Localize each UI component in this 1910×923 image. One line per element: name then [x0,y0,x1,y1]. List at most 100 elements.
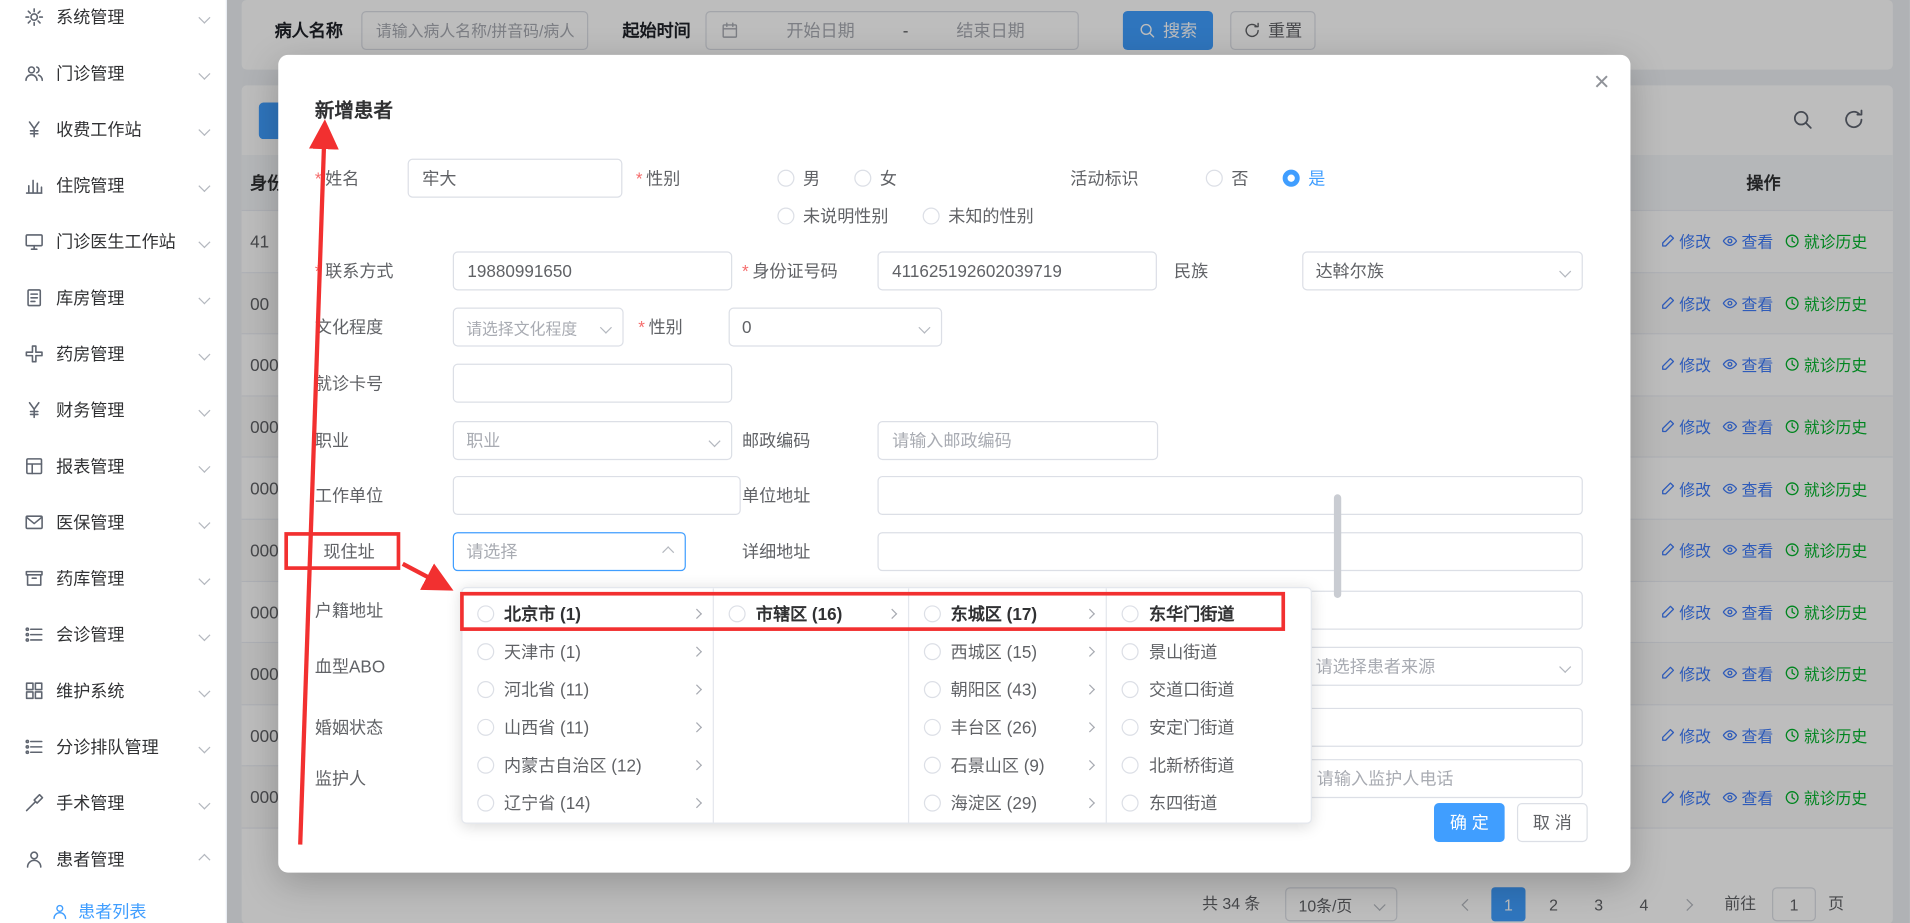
guardian-phone-input[interactable] [1302,759,1583,798]
radio-icon[interactable] [729,605,746,622]
cascader-option[interactable]: 朝阳区 (43) [909,670,1106,708]
cascader-option[interactable]: 丰台区 (26) [909,708,1106,746]
sidebar-item-charging-station[interactable]: 收费工作站 [0,101,226,157]
chevron-down-icon [1559,265,1571,277]
cascader-column-2: 市辖区 (16) [714,588,909,822]
contact-input[interactable] [453,251,732,290]
ethnicity-select[interactable]: 达斡尔族 [1302,251,1583,290]
education-select[interactable]: 请选择文化程度 [453,308,624,347]
chevron-down-icon [198,292,210,304]
unit-address-input[interactable] [877,476,1582,515]
sidebar-item-pharmacy[interactable]: 药房管理 [0,326,226,382]
sidebar-item-finance[interactable]: 财务管理 [0,382,226,438]
name-input[interactable] [408,159,623,198]
detail-address-input[interactable] [877,532,1582,571]
work-unit-input[interactable] [453,476,741,515]
radio-icon[interactable] [924,794,941,811]
cascader-option[interactable]: 天津市 (1) [463,632,714,670]
cascader-option[interactable]: 辽宁省 (14) [463,783,714,821]
radio-icon[interactable] [477,680,494,697]
radio-male[interactable]: 男 [777,166,820,190]
chevron-down-icon [198,629,210,641]
sidebar-item-consultation[interactable]: 会诊管理 [0,607,226,663]
sidebar-item-inpatient[interactable]: 住院管理 [0,157,226,213]
sidebar-item-triage-queue[interactable]: 分诊排队管理 [0,719,226,775]
gender-code-select[interactable]: 0 [729,308,943,347]
radio-gender-unknown[interactable]: 未知的性别 [923,204,1034,228]
sidebar-item-surgery[interactable]: 手术管理 [0,775,226,831]
radio-icon[interactable] [477,605,494,622]
radio-icon[interactable] [477,718,494,735]
cascader-option-label: 市辖区 (16) [756,601,879,625]
radio-icon[interactable] [924,605,941,622]
occupation-select[interactable]: 职业 [453,421,732,460]
cascader-option[interactable]: 石景山区 (9) [909,746,1106,784]
required-star: * [638,317,645,337]
sidebar-item-warehouse[interactable]: 库房管理 [0,270,226,326]
radio-icon[interactable] [1122,718,1139,735]
cascader-option-label: 北京市 (1) [504,601,684,625]
close-icon[interactable]: × [1594,68,1610,95]
sidebar-item-reports[interactable]: 报表管理 [0,438,226,494]
chevron-right-icon [692,608,702,618]
cascader-option[interactable]: 海淀区 (29) [909,783,1106,821]
cascader-option[interactable]: 东城区 (17) [909,594,1106,632]
sidebar-subitem-patient-list[interactable]: 患者列表 [0,887,226,923]
chevron-right-icon [1085,722,1095,732]
postal-code-input[interactable] [877,421,1158,460]
cascader-option[interactable]: 交道口街道 [1107,670,1310,708]
cascader-option[interactable]: 北京市 (1) [463,594,714,632]
current-address-select[interactable]: 请选择 [453,532,686,571]
sidebar-item-label: 收费工作站 [56,117,188,141]
radio-no[interactable]: 否 [1206,166,1249,190]
marital-status-label: 婚姻状态 [315,708,383,747]
sidebar-item-drug-storage[interactable]: 药库管理 [0,550,226,606]
sidebar-item-maintenance[interactable]: 维护系统 [0,663,226,719]
card-no-input[interactable] [453,364,732,403]
cascader-option[interactable]: 河北省 (11) [463,670,714,708]
id-number-input[interactable] [877,251,1156,290]
radio-female[interactable]: 女 [854,166,897,190]
radio-icon[interactable] [924,718,941,735]
sidebar-item-system[interactable]: 系统管理 [0,0,226,45]
radio-gender-unstated[interactable]: 未说明性别 [777,204,888,228]
radio-icon[interactable] [924,680,941,697]
patient-source-select[interactable]: 请选择患者来源 [1302,647,1583,686]
cascader-option[interactable]: 安定门街道 [1107,708,1310,746]
radio-yes[interactable]: 是 [1283,166,1326,190]
radio-icon[interactable] [1122,756,1139,773]
radio-icon[interactable] [477,794,494,811]
cascader-column-4: 东华门街道景山街道交道口街道安定门街道北新桥街道东四街道 [1107,588,1310,822]
chevron-down-icon [198,236,210,248]
cascader-option[interactable]: 东华门街道 [1107,594,1310,632]
chevron-down-icon [198,11,210,23]
radio-icon[interactable] [477,756,494,773]
cascader-option[interactable]: 西城区 (15) [909,632,1106,670]
radio-icon[interactable] [1122,605,1139,622]
cascader-option[interactable]: 市辖区 (16) [714,594,907,632]
radio-icon[interactable] [924,643,941,660]
sidebar-item-label: 维护系统 [56,679,188,703]
radio-icon[interactable] [1122,680,1139,697]
sidebar-item-outpatient[interactable]: 门诊管理 [0,45,226,101]
sidebar: 系统管理门诊管理收费工作站住院管理门诊医生工作站库房管理药房管理财务管理报表管理… [0,0,227,923]
sidebar-item-insurance[interactable]: 医保管理 [0,494,226,550]
chevron-right-icon [887,608,897,618]
radio-icon[interactable] [1122,794,1139,811]
confirm-button[interactable]: 确 定 [1434,803,1505,842]
report-icon [24,456,44,476]
radio-icon[interactable] [924,756,941,773]
sidebar-item-patients[interactable]: 患者管理 [0,831,226,887]
cascader-option[interactable]: 内蒙古自治区 (12) [463,746,714,784]
cascader-option[interactable]: 北新桥街道 [1107,746,1310,784]
cascader-option-label: 东城区 (17) [951,601,1077,625]
cascader-option[interactable]: 山西省 (11) [463,708,714,746]
cancel-button[interactable]: 取 消 [1517,803,1588,842]
cascader-option[interactable]: 景山街道 [1107,632,1310,670]
sidebar-item-label: 药房管理 [56,342,188,366]
radio-icon[interactable] [1122,643,1139,660]
radio-icon[interactable] [477,643,494,660]
cascader-option[interactable]: 东四街道 [1107,783,1310,821]
sidebar-item-outpatient-doctor-station[interactable]: 门诊医生工作站 [0,214,226,270]
modal-scrollbar-thumb[interactable] [1334,494,1341,598]
